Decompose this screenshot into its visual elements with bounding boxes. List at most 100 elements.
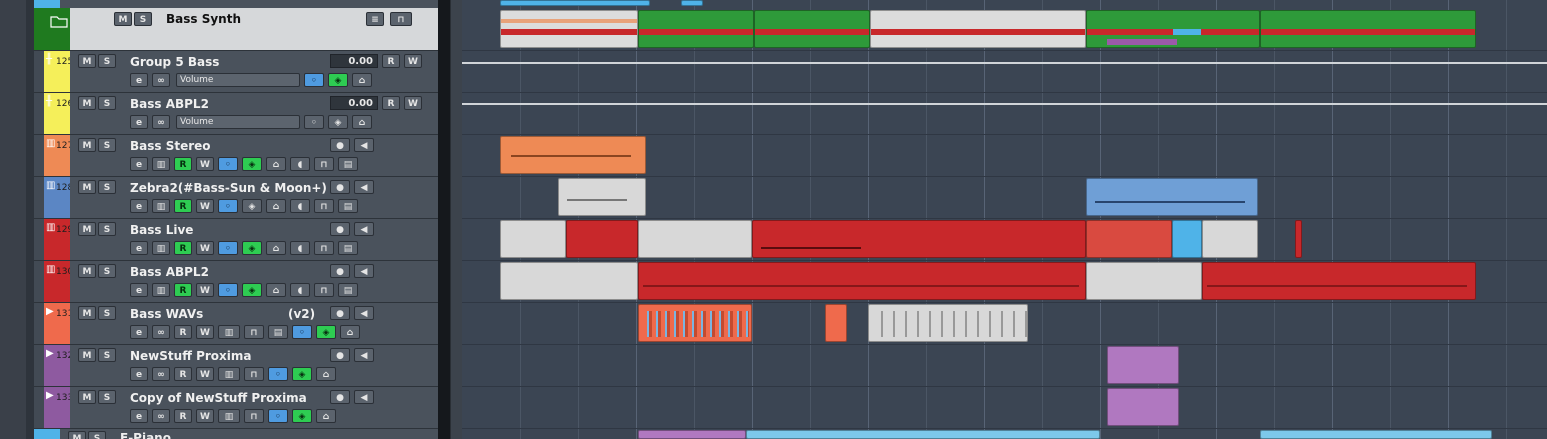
write-button[interactable]: W — [404, 96, 422, 110]
mute-button[interactable]: M — [78, 180, 96, 194]
keyboard-icon[interactable]: ▥ — [152, 283, 170, 297]
automation-parameter[interactable]: Volume — [176, 73, 300, 87]
midi-part[interactable] — [752, 220, 1086, 258]
edit-icon[interactable]: e — [130, 157, 148, 171]
folder-expand-icon[interactable]: ≡ — [366, 12, 384, 26]
mute-button[interactable]: M — [114, 12, 132, 26]
lock-icon[interactable]: ⊓ — [244, 325, 264, 339]
mute-button[interactable]: M — [78, 222, 96, 236]
speaker-icon[interactable]: ◀ — [354, 348, 374, 362]
write-button[interactable]: W — [196, 157, 214, 171]
automation-mode-icon[interactable]: ⌂ — [266, 199, 286, 213]
audio-event[interactable] — [1107, 346, 1179, 384]
link-icon[interactable]: ∞ — [152, 73, 170, 87]
track-bass-abpl2[interactable]: ▥ 130 M S Bass ABPL2 ● ◀ e ▥ R W ◦ ◈ ⌂ ◖… — [34, 261, 438, 303]
automation-line[interactable] — [462, 103, 1547, 105]
track-group-5-bass[interactable]: ╫ 125 M S Group 5 Bass 0.00 R W e ∞ Volu… — [34, 51, 438, 93]
mute-button[interactable]: M — [78, 348, 96, 362]
automation-mode-icon[interactable]: ⌂ — [352, 115, 372, 129]
automation-write-icon[interactable]: ◈ — [242, 199, 262, 213]
record-icon[interactable]: ● — [330, 306, 350, 320]
automation-read-icon[interactable]: ◦ — [304, 115, 324, 129]
automation-mode-icon[interactable]: ⌂ — [352, 73, 372, 87]
folder-part[interactable] — [870, 10, 1086, 48]
record-icon[interactable]: ● — [330, 348, 350, 362]
solo-button[interactable]: S — [98, 96, 116, 110]
midi-part[interactable] — [1295, 220, 1302, 258]
lock-icon[interactable]: ⊓ — [314, 199, 334, 213]
channel-icon[interactable]: ▤ — [268, 325, 288, 339]
read-button[interactable]: R — [174, 199, 192, 213]
audio-event[interactable] — [638, 304, 752, 342]
automation-read-icon[interactable]: ◦ — [268, 367, 288, 381]
midi-part[interactable] — [500, 262, 638, 300]
midi-part[interactable] — [1172, 220, 1202, 258]
midi-part[interactable] — [1086, 220, 1172, 258]
automation-read-icon[interactable]: ◦ — [218, 283, 238, 297]
solo-button[interactable]: S — [98, 222, 116, 236]
lock-icon[interactable]: ⊓ — [314, 241, 334, 255]
mute-button[interactable]: M — [78, 96, 96, 110]
midi-part[interactable] — [558, 178, 646, 216]
folder-part[interactable] — [500, 10, 638, 48]
event-clip[interactable] — [746, 430, 1100, 439]
track-e-piano-partial[interactable]: M S E-Piano — [34, 429, 438, 439]
edit-icon[interactable]: e — [130, 367, 148, 381]
write-button[interactable]: W — [196, 199, 214, 213]
mute-button[interactable]: M — [78, 264, 96, 278]
automation-write-icon[interactable]: ◈ — [292, 367, 312, 381]
midi-part[interactable] — [638, 262, 1086, 300]
edit-icon[interactable]: e — [130, 241, 148, 255]
monitor-icon[interactable]: ◖ — [290, 283, 310, 297]
link-icon[interactable]: ∞ — [152, 115, 170, 129]
write-button[interactable]: W — [196, 409, 214, 423]
automation-mode-icon[interactable]: ⌂ — [316, 409, 336, 423]
lanes-icon[interactable]: ▥ — [218, 325, 240, 339]
monitor-icon[interactable]: ◖ — [290, 157, 310, 171]
record-icon[interactable]: ● — [330, 264, 350, 278]
record-icon[interactable]: ● — [330, 390, 350, 404]
volume-value[interactable]: 0.00 — [330, 54, 378, 68]
automation-write-icon[interactable]: ◈ — [242, 157, 262, 171]
solo-button[interactable]: S — [98, 54, 116, 68]
midi-part[interactable] — [500, 136, 646, 174]
event-clip[interactable] — [1260, 430, 1492, 439]
folder-track-bass-synth[interactable]: M S Bass Synth ≡ ⊓ — [34, 8, 438, 51]
midi-part[interactable] — [1086, 178, 1258, 216]
solo-button[interactable]: S — [98, 138, 116, 152]
read-button[interactable]: R — [174, 325, 192, 339]
event-clip[interactable] — [500, 0, 650, 6]
record-icon[interactable]: ● — [330, 180, 350, 194]
link-icon[interactable]: ∞ — [152, 367, 170, 381]
channel-icon[interactable]: ▤ — [338, 157, 358, 171]
folder-part[interactable] — [638, 10, 754, 48]
event-clip[interactable] — [638, 430, 746, 439]
track-list-divider[interactable] — [438, 0, 450, 439]
edit-icon[interactable]: e — [130, 409, 148, 423]
edit-icon[interactable]: e — [130, 115, 148, 129]
channel-icon[interactable]: ▤ — [338, 199, 358, 213]
speaker-icon[interactable]: ◀ — [354, 306, 374, 320]
read-button[interactable]: R — [174, 367, 192, 381]
automation-read-icon[interactable]: ◦ — [218, 241, 238, 255]
midi-part[interactable] — [1202, 220, 1258, 258]
automation-read-icon[interactable]: ◦ — [218, 157, 238, 171]
automation-read-icon[interactable]: ◦ — [218, 199, 238, 213]
midi-part[interactable] — [566, 220, 638, 258]
record-icon[interactable]: ● — [330, 138, 350, 152]
track-bass-live[interactable]: ▥ 129 M S Bass Live ● ◀ e ▥ R W ◦ ◈ ⌂ ◖ … — [34, 219, 438, 261]
lock-icon[interactable]: ⊓ — [244, 409, 264, 423]
edit-icon[interactable]: e — [130, 325, 148, 339]
channel-icon[interactable]: ▤ — [338, 241, 358, 255]
mute-button[interactable]: M — [68, 431, 86, 439]
edit-icon[interactable]: e — [130, 199, 148, 213]
write-button[interactable]: W — [196, 367, 214, 381]
record-icon[interactable]: ● — [330, 222, 350, 236]
automation-mode-icon[interactable]: ⌂ — [266, 241, 286, 255]
automation-mode-icon[interactable]: ⌂ — [340, 325, 360, 339]
mute-button[interactable]: M — [78, 306, 96, 320]
keyboard-icon[interactable]: ▥ — [152, 157, 170, 171]
read-button[interactable]: R — [174, 409, 192, 423]
automation-write-icon[interactable]: ◈ — [328, 115, 348, 129]
event-clip[interactable] — [681, 0, 703, 6]
